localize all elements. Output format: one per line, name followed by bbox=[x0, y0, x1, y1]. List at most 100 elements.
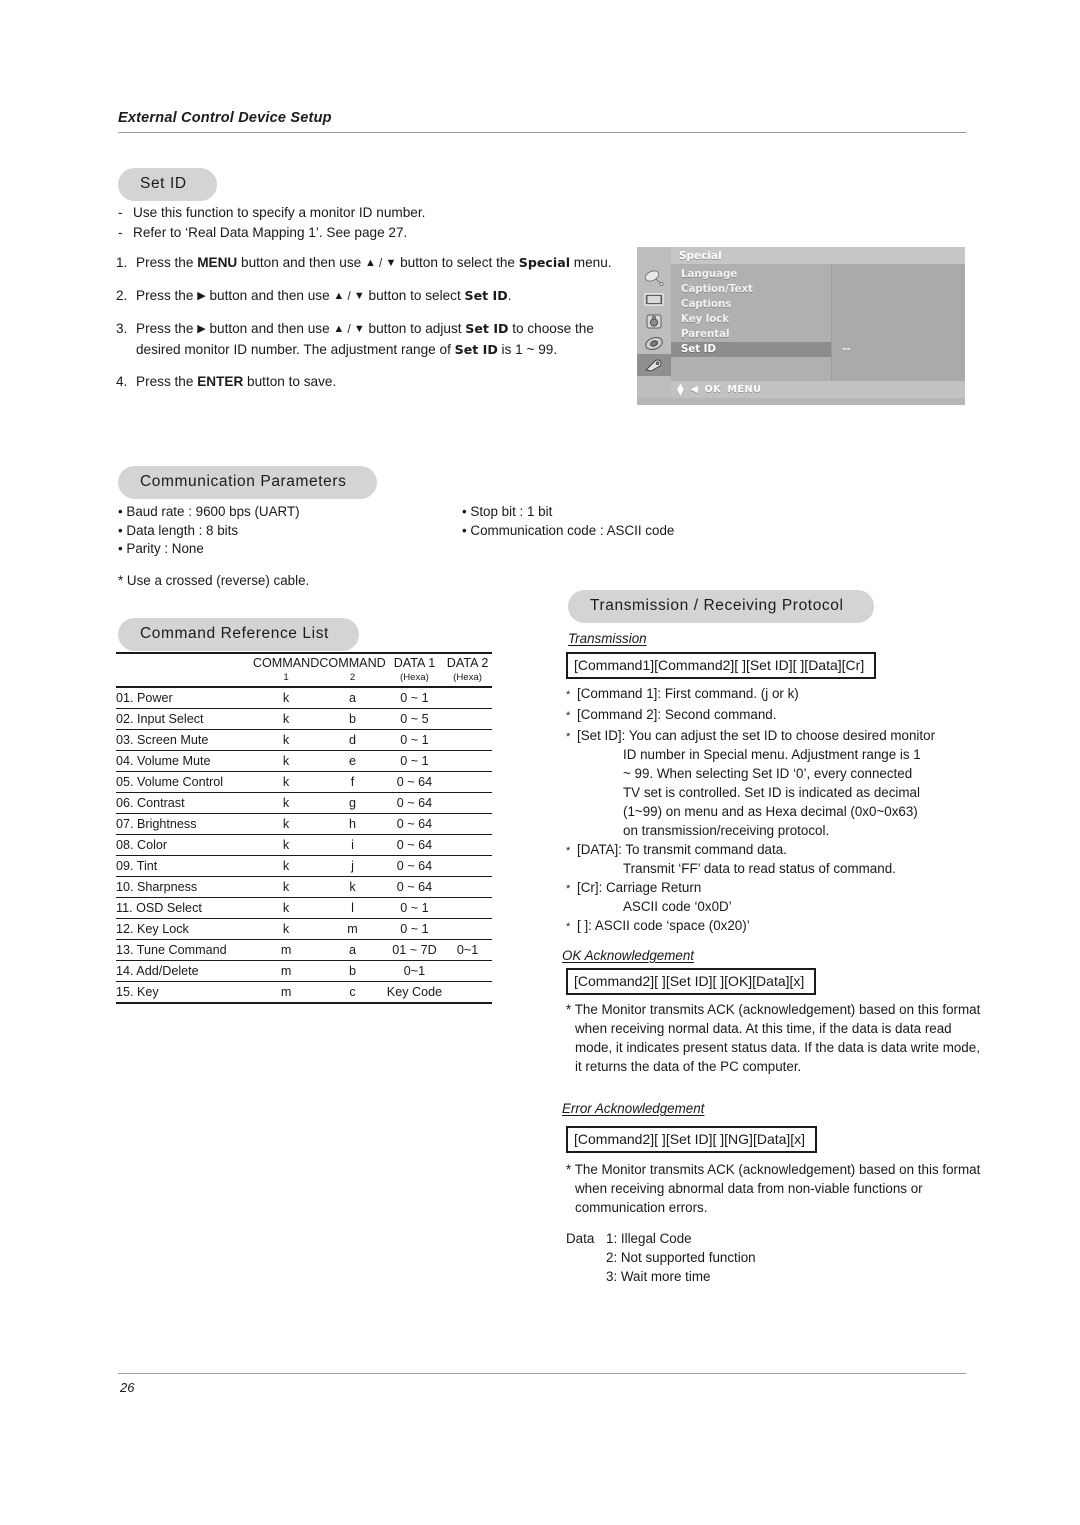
osd-value-column: -- bbox=[832, 264, 965, 381]
step-plain-text: button to select the bbox=[396, 255, 519, 270]
table-row: 06. Contrast k g 0 ~ 64 bbox=[116, 792, 492, 814]
column-header-data2: DATA 2 (Hexa) bbox=[443, 652, 492, 687]
command-reference-table: COMMAND 1 COMMAND 2 DATA 1 (Hexa) DATA 2… bbox=[116, 652, 492, 1004]
protocol-bullet-continuation: on transmission/receiving protocol. bbox=[623, 823, 830, 838]
osd-menu-item-language[interactable]: Language bbox=[671, 267, 831, 282]
osd-menu-title: Special bbox=[679, 249, 722, 262]
cell-command2: h bbox=[319, 813, 386, 835]
osd-titlebar-spacer bbox=[637, 247, 671, 264]
protocol-bullet: * [Set ID]: You can adjust the set ID to … bbox=[566, 726, 970, 840]
cell-command2: b bbox=[319, 960, 386, 982]
communication-parameter-item: • Parity : None bbox=[118, 541, 204, 556]
osd-body: Language Caption/Text Captions Key lock Pare… bbox=[637, 264, 965, 381]
dash-marker: - bbox=[118, 205, 123, 220]
transmission-format-box: [Command1][Command2][ ][Set ID][ ][Data]… bbox=[566, 652, 877, 679]
asterisk-icon: * bbox=[566, 921, 571, 933]
error-acknowledgement-format-text: [Command2][ ][Set ID][ ][NG][Data][x] bbox=[566, 1126, 818, 1153]
cell-data2 bbox=[443, 750, 492, 772]
error-ack-data-item: 1: Illegal Code bbox=[606, 1231, 692, 1246]
osd-menu-item-captions[interactable]: Captions bbox=[671, 297, 831, 312]
step-number: 2. bbox=[116, 288, 128, 303]
cell-command1: k bbox=[252, 813, 320, 835]
audio-speaker-icon[interactable] bbox=[637, 310, 671, 332]
ok-ack-format-box: [Command2][ ][Set ID][ ][OK][Data][x] bbox=[566, 968, 817, 995]
osd-menu-item-set-id[interactable]: Set ID bbox=[671, 342, 831, 357]
cell-command2: d bbox=[319, 729, 386, 751]
protocol-bullet-main: [DATA]: To transmit command data. bbox=[577, 842, 787, 857]
transmission-format-text: [Command1][Command2][ ][Set ID][ ][Data]… bbox=[566, 652, 877, 679]
cell-data1: 0 ~ 1 bbox=[385, 729, 444, 751]
cell-command2: l bbox=[319, 897, 386, 919]
step-plain-text: Press the bbox=[136, 321, 198, 336]
footer-rule bbox=[118, 1373, 966, 1374]
set-id-step: 2. Press the ▶ button and then use ▲ / ▼ … bbox=[116, 286, 626, 307]
osd-screenshot: Special Language Caption/Text Captions K… bbox=[637, 247, 965, 405]
cell-command1: k bbox=[252, 729, 320, 751]
osd-menu-item-parental[interactable]: Parental bbox=[671, 327, 831, 342]
communication-parameter-item: • Baud rate : 9600 bps (UART) bbox=[118, 504, 300, 519]
cell-command1: k bbox=[252, 792, 320, 814]
cell-command2: b bbox=[319, 708, 386, 730]
column-header-command1: COMMAND 1 bbox=[252, 652, 320, 687]
protocol-bullet-text: [Set ID]: You can adjust the set ID to c… bbox=[577, 726, 970, 840]
table-row: 10. Sharpness k k 0 ~ 64 bbox=[116, 876, 492, 898]
column-header-data2-text: DATA 2 bbox=[446, 656, 489, 670]
cell-data2 bbox=[443, 708, 492, 730]
table-row: 13. Tune Command m a 01 ~ 7D 0~1 bbox=[116, 939, 492, 961]
step-number: 4. bbox=[116, 374, 128, 389]
protocol-bullet-continuation: (1~99) on menu and as Hexa decimal (0x0~… bbox=[623, 804, 918, 819]
cell-data1: 0 ~ 64 bbox=[385, 771, 444, 793]
error-ack-data-label: Data bbox=[566, 1231, 595, 1246]
step-plain-text: button and then use bbox=[205, 288, 334, 303]
separator: / bbox=[375, 258, 386, 270]
transmission-bullets: * [Command 1]: First command. (j or k) * [C… bbox=[566, 684, 970, 937]
protocol-bullet-main: [Cr]: Carriage Return bbox=[577, 880, 702, 895]
table-header-row: COMMAND 1 COMMAND 2 DATA 1 (Hexa) DATA 2… bbox=[116, 652, 492, 687]
error-ack-data-row: Data 1: Illegal Code 2: Not supported fun… bbox=[566, 1229, 756, 1286]
column-header-command2: COMMAND 2 bbox=[319, 652, 386, 687]
cell-data1: Key Code bbox=[385, 981, 444, 1004]
protocol-bullet-text: [ ]: ASCII code ‘space (0x20)’ bbox=[577, 916, 970, 937]
step-plain-text: Press the bbox=[136, 288, 198, 303]
direction-arrow-icon: ▶ bbox=[197, 290, 206, 302]
osd-menu-item-key-lock[interactable]: Key lock bbox=[671, 312, 831, 327]
satellite-dish-icon[interactable] bbox=[637, 266, 671, 288]
step-ui-token: Set ID bbox=[454, 342, 498, 357]
table-row: 12. Key Lock k m 0 ~ 1 bbox=[116, 918, 492, 940]
section-heading-command-reference-list: Command Reference List bbox=[118, 618, 359, 651]
set-id-step: 3. Press the ▶ button and then use ▲ / ▼ … bbox=[116, 319, 626, 360]
protocol-bullet-main: [ ]: ASCII code ‘space (0x20)’ bbox=[577, 918, 750, 933]
table-row: 15. Key m c Key Code bbox=[116, 981, 492, 1004]
set-id-note: - Refer to ‘Real Data Mapping 1’. See pag… bbox=[118, 223, 618, 243]
set-id-step: 4. Press the ENTER button to save. bbox=[116, 372, 626, 392]
timer-clock-icon[interactable] bbox=[637, 332, 671, 354]
asterisk-icon: * bbox=[566, 731, 571, 743]
column-header-data2-sub: (Hexa) bbox=[453, 671, 482, 683]
column-header-blank bbox=[116, 652, 253, 687]
cell-command2: a bbox=[319, 939, 386, 961]
ok-acknowledgement-label: OK Acknowledgement bbox=[562, 948, 694, 963]
column-header-command1-text: COMMAND bbox=[252, 656, 320, 670]
protocol-bullet-continuation: Transmit ‘FF’ data to read status of com… bbox=[623, 861, 896, 876]
cell-data1: 0 ~ 64 bbox=[385, 813, 444, 835]
asterisk-icon: * bbox=[566, 689, 571, 701]
table-row: 03. Screen Mute k d 0 ~ 1 bbox=[116, 729, 492, 751]
table-row: 14. Add/Delete m b 0~1 bbox=[116, 960, 492, 982]
section-heading-communication-parameters: Communication Parameters bbox=[118, 466, 377, 499]
cell-data2 bbox=[443, 792, 492, 814]
cell-command1: k bbox=[252, 750, 320, 772]
set-id-note-text: Use this function to specify a monitor I… bbox=[133, 205, 426, 220]
osd-menu-item-caption-text[interactable]: Caption/Text bbox=[671, 282, 831, 297]
picture-screen-icon[interactable] bbox=[637, 288, 671, 310]
error-ack-format-box: [Command2][ ][Set ID][ ][NG][Data][x] bbox=[566, 1126, 818, 1153]
special-tools-icon[interactable] bbox=[637, 354, 671, 376]
osd-footer: ▲ ▼ ◀ OK MENU bbox=[637, 381, 965, 398]
cell-command2: m bbox=[319, 918, 386, 940]
cell-command-name: 10. Sharpness bbox=[116, 876, 253, 898]
step-plain-text: menu. bbox=[570, 255, 612, 270]
osd-titlebar: Special bbox=[637, 247, 965, 264]
cell-command1: k bbox=[252, 834, 320, 856]
cell-data2 bbox=[443, 897, 492, 919]
asterisk-icon: * bbox=[566, 883, 571, 895]
error-acknowledgement-label: Error Acknowledgement bbox=[562, 1101, 705, 1116]
